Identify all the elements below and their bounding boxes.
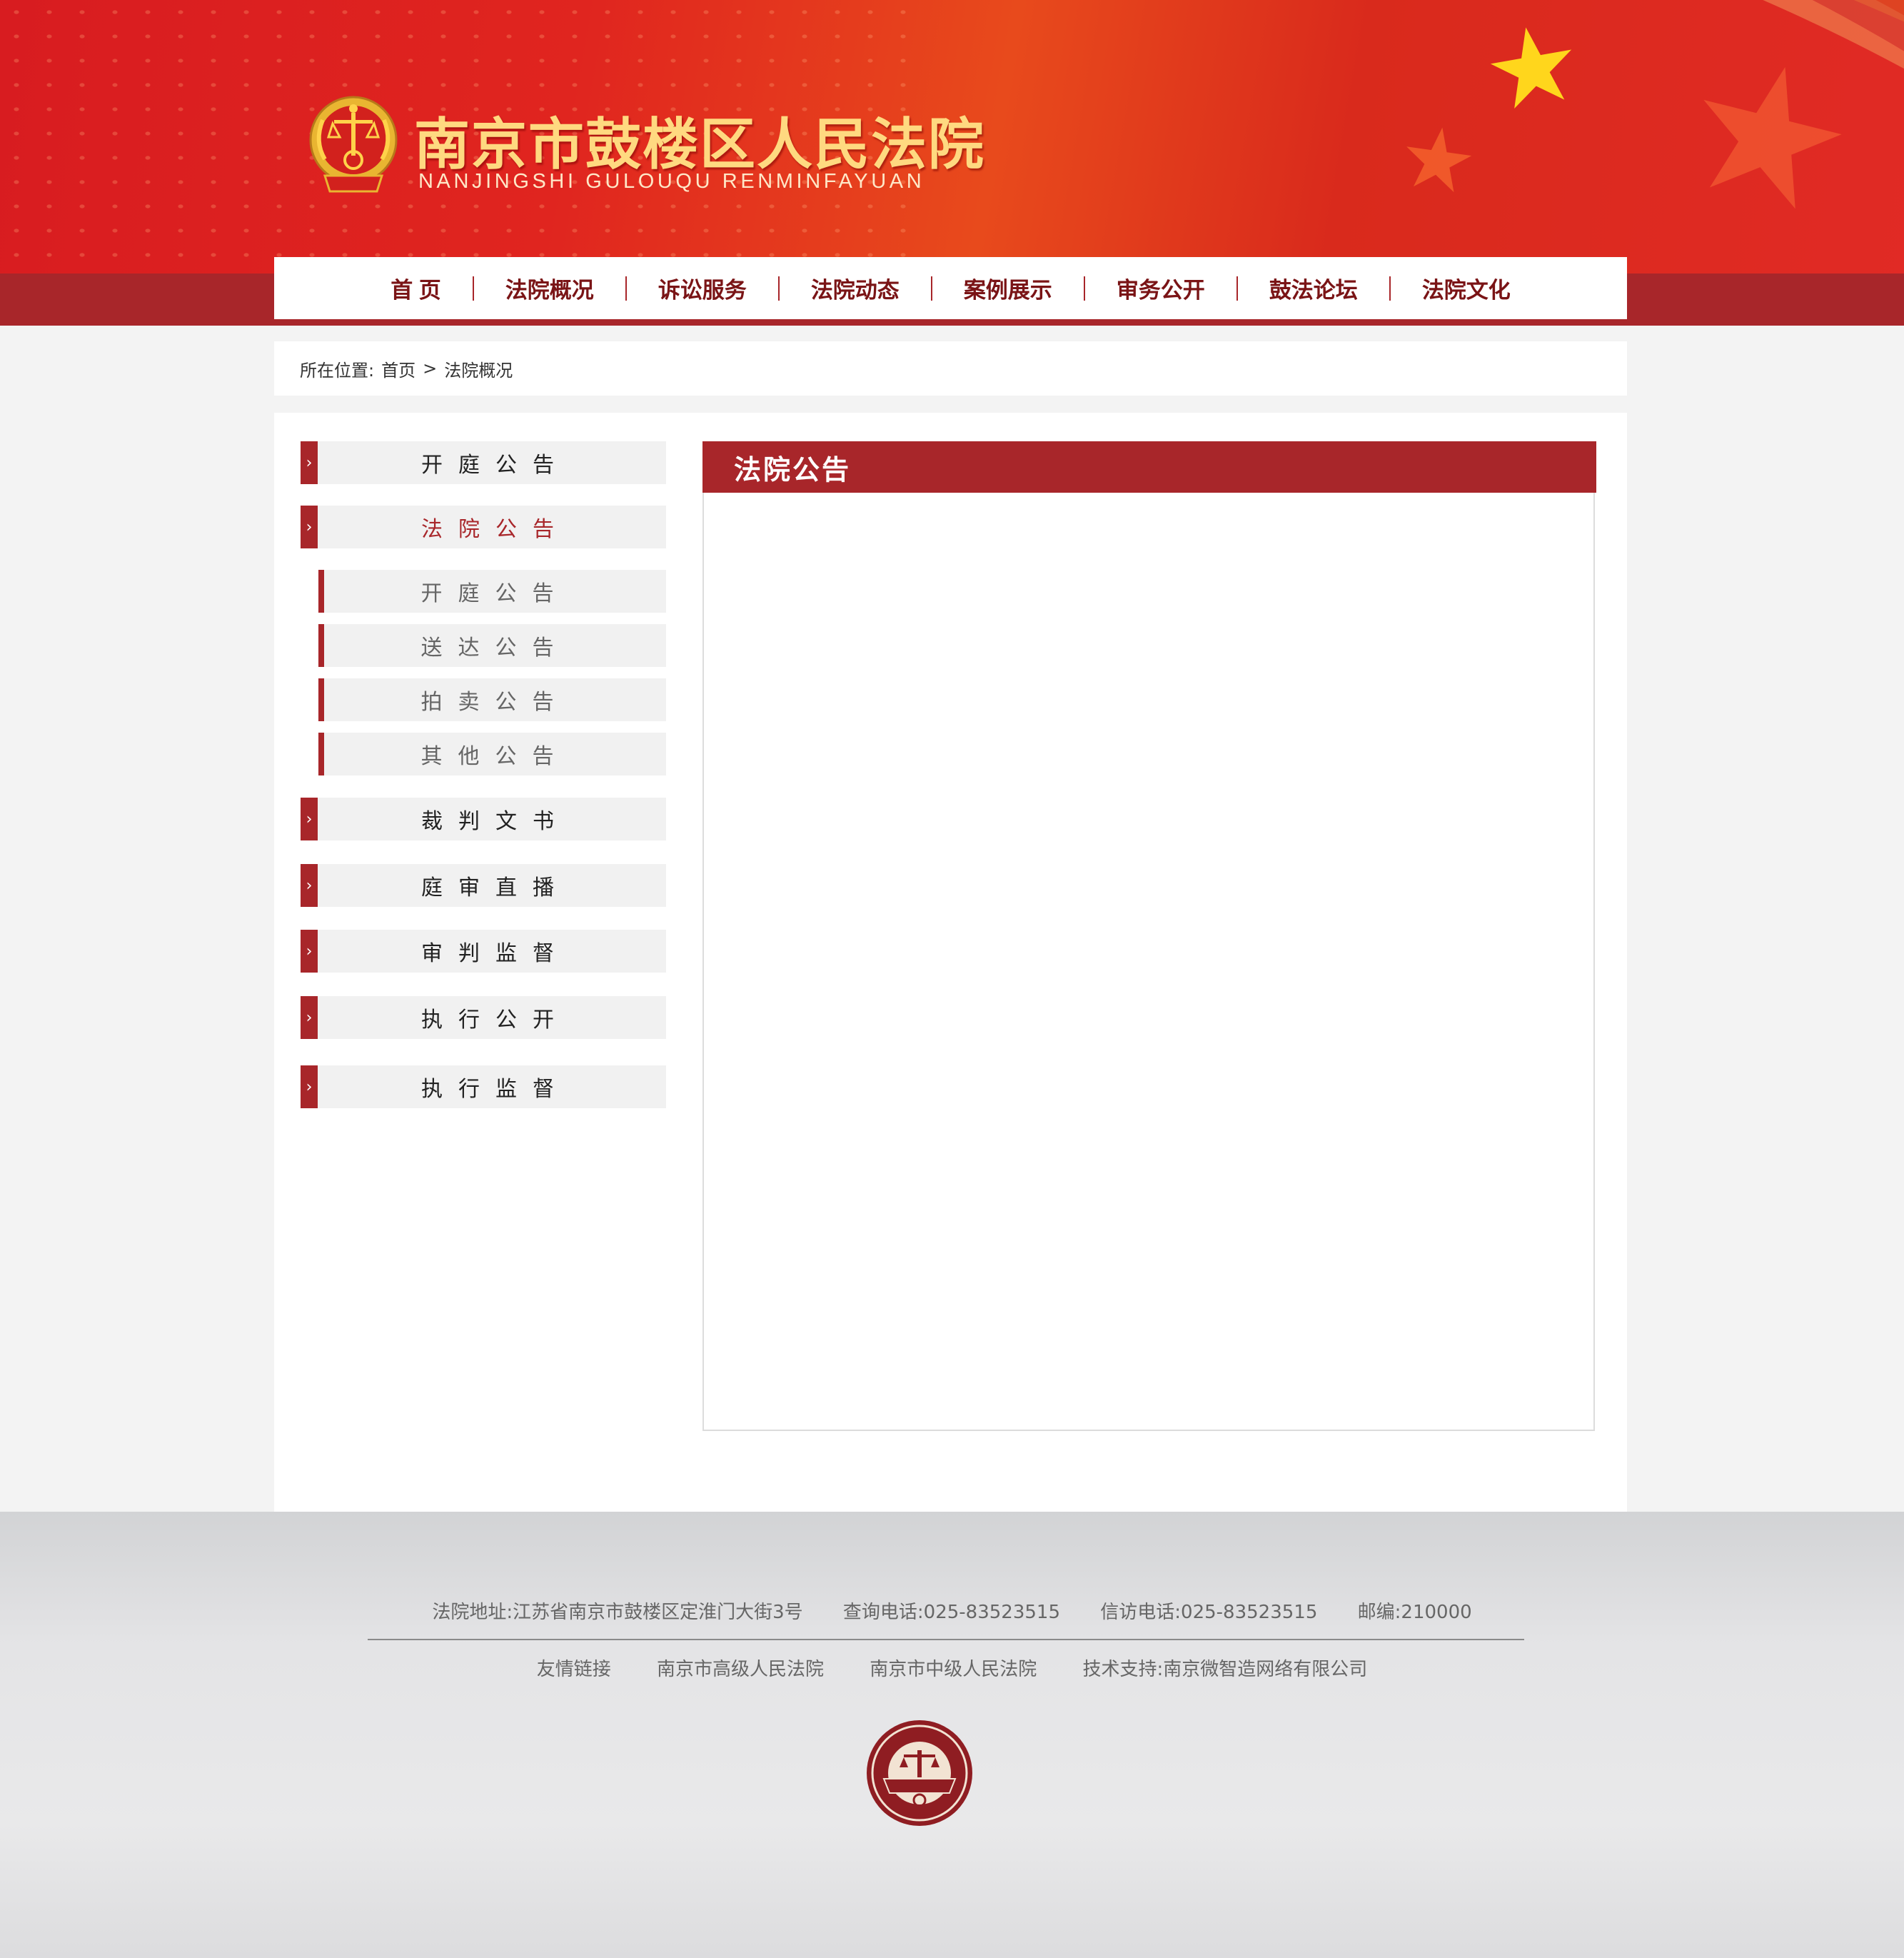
panel-title: 法院公告 [702,441,1596,493]
content-panel: 法院公告 [702,441,1596,1431]
footer-links-row: 友情链接 南京市高级人民法院 南京市中级人民法院 技术支持:南京微智造网络有限公… [0,1655,1904,1681]
flag-star-icon: ★ [1392,106,1483,215]
breadcrumb-label: 所在位置: [300,360,375,381]
site-title: 南京市鼓楼区人民法院 [414,114,986,176]
footer-address: 法院地址:江苏省南京市鼓楼区定淮门大街3号 [432,1602,803,1623]
footer-link-intermediate-court[interactable]: 南京市中级人民法院 [870,1659,1037,1680]
court-emblem-logo[interactable] [307,91,400,195]
sidebar-item-court-notice[interactable]: › 法院公告 [301,506,666,548]
site-subtitle: NANJINGSHI GULOUQU RENMINFAYUAN [418,170,925,193]
sidebar-item-label: 裁判文书 [421,809,570,834]
nav-item-court-affairs[interactable]: 审务公开 [1085,272,1236,304]
nav-item-forum[interactable]: 鼓法论坛 [1238,272,1389,304]
footer-postcode: 邮编:210000 [1357,1602,1472,1623]
site-header: ★ ★ ★ 南京市鼓楼区人民法院 NANJINGSHI GULOUQU RENM… [0,0,1904,326]
footer-links-label: 友情链接 [536,1659,611,1680]
sidebar-item-label: 庭审直播 [421,875,570,900]
footer-tech-support: 技术支持:南京微智造网络有限公司 [1082,1659,1368,1680]
breadcrumb: 所在位置: 首页 > 法院概况 [274,341,1627,396]
sidebar-item-judgments[interactable]: › 裁判文书 [301,798,666,840]
breadcrumb-separator: > [423,358,438,378]
chevron-right-icon: › [301,798,318,840]
sidebar-subitem-label: 开庭公告 [420,581,570,606]
breadcrumb-home-link[interactable]: 首页 [381,356,415,381]
sidebar-item-label: 法院公告 [421,517,570,542]
chevron-right-icon: › [301,864,318,907]
chevron-right-icon: › [301,1065,318,1108]
sidebar-item-hearing-notice[interactable]: › 开庭公告 [301,441,666,484]
main-nav: 首 页 法院概况 诉讼服务 法院动态 案例展示 审务公开 鼓法论坛 法院文化 [274,257,1627,319]
sidebar-item-label: 审判监督 [421,941,570,966]
nav-item-court-news[interactable]: 法院动态 [780,272,931,304]
footer-inquiry-phone: 查询电话:025-83523515 [842,1602,1061,1623]
sidebar-item-label: 执行公开 [421,1008,570,1033]
sidebar-subitem-label: 拍卖公告 [420,690,570,715]
sidebar-item-trial-supervision[interactable]: › 审判监督 [301,930,666,973]
nav-item-case-showcase[interactable]: 案例展示 [932,272,1084,304]
nav-item-home[interactable]: 首 页 [359,272,473,304]
main-content: › 开庭公告 › 法院公告 开庭公告 送达公告 拍卖公告 其他公告 › 裁判文书… [274,413,1627,1512]
sidebar-item-label: 执行监督 [421,1077,570,1102]
footer-divider [368,1639,1524,1640]
site-footer: 法院地址:江苏省南京市鼓楼区定淮门大街3号 查询电话:025-83523515 … [0,1512,1904,1958]
sidebar-subitem-auction-notice[interactable]: 拍卖公告 [318,678,666,721]
nav-item-court-overview[interactable]: 法院概况 [474,272,625,304]
chevron-right-icon: › [301,506,318,548]
breadcrumb-current[interactable]: 法院概况 [444,356,513,381]
chevron-right-icon: › [301,441,318,484]
footer-seal-logo [867,1720,972,1826]
footer-contact-row: 法院地址:江苏省南京市鼓楼区定淮门大街3号 查询电话:025-83523515 … [0,1597,1904,1624]
sidebar-item-trial-live[interactable]: › 庭审直播 [301,864,666,907]
sidebar-item-execution-supervision[interactable]: › 执行监督 [301,1065,666,1108]
sidebar-subitem-hearing-notice[interactable]: 开庭公告 [318,570,666,613]
sidebar-subitem-label: 其他公告 [420,744,570,769]
sidebar-item-execution-public[interactable]: › 执行公开 [301,996,666,1039]
sidebar-subitem-label: 送达公告 [420,636,570,661]
footer-link-high-court[interactable]: 南京市高级人民法院 [657,1659,824,1680]
chevron-right-icon: › [301,930,318,973]
sidebar-item-label: 开庭公告 [421,453,570,478]
sidebar-subitem-service-notice[interactable]: 送达公告 [318,624,666,667]
nav-item-litigation-service[interactable]: 诉讼服务 [627,272,778,304]
sidebar-subitem-other-notice[interactable]: 其他公告 [318,733,666,775]
footer-letters-phone: 信访电话:025-83523515 [1100,1602,1318,1623]
flag-star-icon: ★ [1474,0,1591,138]
nav-item-court-culture[interactable]: 法院文化 [1391,272,1542,304]
chevron-right-icon: › [301,996,318,1039]
